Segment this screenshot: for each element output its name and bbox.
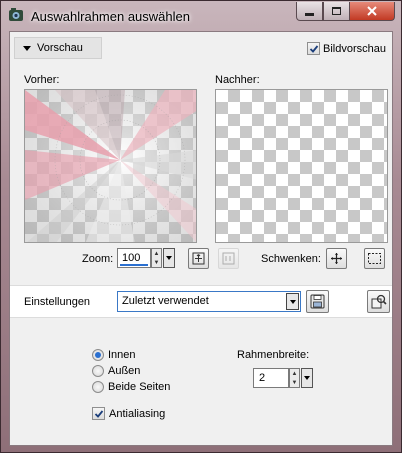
spin-up-icon[interactable]: ▲: [152, 249, 161, 258]
app-icon: [8, 7, 24, 23]
caret-down-icon: [23, 45, 31, 51]
rahmenbreite-label: Rahmenbreite:: [237, 349, 310, 361]
checkmark-icon: [309, 44, 318, 53]
spin-up-icon[interactable]: ▲: [290, 369, 299, 378]
rahmenbreite-dropdown-button[interactable]: [301, 368, 313, 388]
checkbox-box[interactable]: [92, 407, 105, 420]
presets-combobox[interactable]: Zuletzt verwendet: [117, 291, 301, 312]
zoom-value: 100: [122, 252, 141, 264]
close-icon: [367, 6, 377, 16]
chevron-down-icon: [304, 376, 310, 380]
before-preview-image[interactable]: [24, 89, 197, 243]
checkbox-box[interactable]: [307, 42, 321, 55]
maximize-icon: [332, 7, 341, 15]
presets-selected-value: Zuletzt verwendet: [122, 295, 209, 307]
save-preset-button[interactable]: [306, 290, 329, 313]
zoom-spinner[interactable]: ▲ ▼: [151, 248, 162, 268]
radio-innen[interactable]: Innen: [92, 349, 136, 361]
rahmenbreite-input[interactable]: 2: [253, 368, 289, 388]
preview-toggle-button[interactable]: Vorschau: [14, 37, 102, 59]
preset-manager-icon: [371, 294, 387, 309]
minimize-button[interactable]: [296, 2, 323, 21]
antialiasing-checkbox[interactable]: Antialiasing: [92, 407, 165, 420]
bildvorschau-label: Bildvorschau: [323, 42, 386, 55]
radio-aussen-label: Außen: [108, 365, 141, 377]
spin-down-icon[interactable]: ▼: [290, 378, 299, 387]
schwenken-label: Schwenken:: [261, 253, 321, 265]
before-label: Vorher:: [24, 74, 60, 86]
zoom-input[interactable]: 100: [117, 248, 151, 268]
pan-button[interactable]: [326, 248, 347, 269]
selection-frame-button[interactable]: [364, 248, 385, 269]
radio-aussen[interactable]: Außen: [92, 365, 140, 377]
radio-button[interactable]: [92, 381, 104, 393]
zoom-slider-track[interactable]: [120, 264, 148, 266]
maximize-button[interactable]: [323, 2, 350, 21]
after-preview-image[interactable]: [215, 89, 388, 243]
bildvorschau-checkbox[interactable]: Bildvorschau: [307, 42, 386, 55]
zoom-label: Zoom:: [82, 253, 114, 265]
window-title: Auswahlrahmen auswählen: [31, 9, 190, 24]
spin-down-icon[interactable]: ▼: [152, 258, 161, 267]
actual-size-icon: [222, 252, 235, 265]
radio-button[interactable]: [92, 365, 104, 377]
radio-selected-dot: [95, 352, 101, 358]
close-button[interactable]: [350, 2, 395, 21]
minimize-icon: [305, 12, 314, 16]
radio-innen-label: Innen: [108, 349, 136, 361]
save-icon: [310, 294, 325, 309]
zoom-100-button[interactable]: [218, 248, 239, 269]
zoom-dropdown-button[interactable]: [163, 248, 175, 268]
rahmenbreite-spinner[interactable]: ▲ ▼: [289, 368, 300, 388]
marquee-icon: [368, 253, 381, 264]
rahmenbreite-value: 2: [259, 372, 266, 384]
radio-button[interactable]: [92, 349, 104, 361]
move-icon: [331, 253, 342, 264]
title-bar[interactable]: Auswahlrahmen auswählen: [1, 1, 401, 31]
radio-beide-seiten-label: Beide Seiten: [108, 381, 171, 393]
fit-window-icon: [192, 252, 205, 265]
radio-beide-seiten[interactable]: Beide Seiten: [92, 381, 170, 393]
preset-manager-button[interactable]: [367, 290, 390, 313]
antialiasing-label: Antialiasing: [109, 407, 166, 420]
einstellungen-label: Einstellungen: [24, 296, 91, 308]
dialog-client-area: Vorschau Bildvorschau Vorher: Nachher: Z…: [9, 31, 393, 446]
preview-toggle-label: Vorschau: [37, 42, 83, 54]
dialog-window: Auswahlrahmen auswählen Vorschau Bildvor…: [0, 0, 402, 453]
presets-dropdown-button[interactable]: [286, 293, 299, 310]
after-label: Nachher:: [215, 74, 260, 86]
zoom-fit-button[interactable]: [188, 248, 209, 269]
checkmark-icon: [94, 409, 103, 418]
chevron-down-icon: [289, 299, 296, 304]
chevron-down-icon: [166, 256, 172, 260]
